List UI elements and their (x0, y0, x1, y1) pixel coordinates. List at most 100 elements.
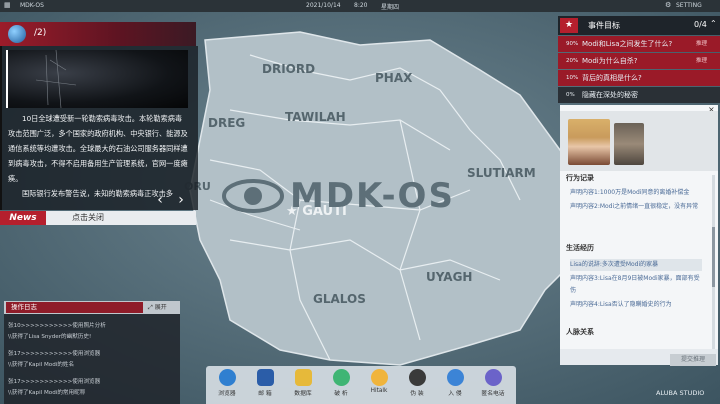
dock-hitalk[interactable]: Hitalk (362, 369, 396, 394)
chat-icon (370, 369, 388, 386)
events-count: 0/4 (694, 20, 707, 29)
news-close-label: 点击关闭 (72, 213, 104, 222)
map-region-glalos: GLALOS (313, 292, 366, 306)
collapse-icon[interactable]: ⌃ (710, 19, 717, 28)
disguise-icon (408, 369, 426, 386)
log-line: 张17>>>>>>>>>>>使用浏览器 (8, 379, 101, 385)
news-next-button[interactable]: › (175, 193, 187, 208)
record-item[interactable]: 声明内容4:Lisa否认了隐瞒婚史的行为 (570, 299, 702, 311)
news-article: 10日全球遭受新一轮勒索病毒攻击。本轮勒索病毒攻击范围广泛，多个国家的政府机构、… (8, 111, 188, 201)
news-header: /2) (0, 22, 196, 46)
browser-icon (218, 369, 236, 386)
news-tab[interactable]: News (0, 211, 46, 225)
event-percent: 0% (566, 92, 575, 98)
phone-icon (484, 369, 502, 386)
events-header[interactable]: ★ 事件目标 0/4 ⌃ (558, 16, 720, 35)
log-title: 操作日志 (6, 302, 143, 313)
log-line: \\获得了Kapil Modi的常用昵称 (8, 390, 86, 396)
log-line: 张10>>>>>>>>>>>使用照片分析 (8, 323, 106, 329)
submit-reasoning-button[interactable]: 提交推理 (670, 354, 716, 366)
section-life-experience: 生活经历 (566, 244, 594, 252)
mdk-os-watermark: MDK-OS (222, 176, 462, 220)
date-display: 2021/10/14 (306, 2, 341, 9)
weekday-display: 星期四 (381, 4, 400, 11)
section-behavior-records: 行为记录 (566, 174, 594, 182)
log-line: \\获得了Lisa Snyder的幽默历史! (8, 334, 92, 340)
dock-analyze[interactable]: 破 析 (324, 369, 358, 397)
event-percent: 10% (566, 75, 579, 81)
gear-icon[interactable]: ⚙ (665, 1, 671, 9)
log-title-text: 操作日志 (11, 303, 37, 311)
event-percent: 90% (566, 41, 579, 47)
record-item[interactable]: Lisa的说辞:多次遭受Modi的家暴 (570, 259, 702, 271)
dock-label: 破 析 (334, 391, 348, 397)
hook-icon (446, 369, 464, 386)
record-item[interactable]: 声明内容2:Modi之前情绪一直很稳定，没有异常 (570, 201, 702, 213)
event-text: 背后的真相是什么? (582, 74, 642, 82)
app-dock: 浏览器 邮 箱 数据库 破 析 Hitalk 伪 装 入 侵 匿名电话 (206, 366, 516, 404)
event-text: Modi和Lisa之间发生了什么? (582, 40, 673, 48)
dock-database[interactable]: 数据库 (286, 369, 320, 397)
map-region-tawilah: TAWILAH (285, 110, 346, 124)
log-line: \\获得了Kapil Modi的姓名 (8, 362, 75, 368)
profile-list: Lisa的说辞:多次遭受Modi的家暴 声明内容3:Lisa在8月9日被Modi… (570, 259, 702, 311)
dock-disguise[interactable]: 伪 装 (400, 369, 434, 397)
mail-icon (256, 369, 274, 386)
event-text: Modi为什么自杀? (582, 57, 638, 65)
portrait-modi[interactable] (614, 123, 644, 165)
event-item[interactable]: 0% 隐藏在深处的秘密 (558, 87, 720, 103)
globe-icon (8, 25, 26, 43)
setting-button[interactable]: SETTING (676, 2, 702, 9)
profile-list: 声明内容1:1000万是Modi同意的离婚补偿金 声明内容2:Modi之前情绪一… (570, 187, 702, 213)
os-name: MDK-OS (20, 2, 44, 9)
dock-label: 浏览器 (218, 391, 236, 397)
os-logo-icon: ▦ (4, 1, 11, 9)
map-region-slutiarm: SLUTIARM (467, 166, 536, 180)
event-tag: 推理 (696, 41, 708, 47)
time-display: 8:20 (354, 2, 368, 9)
dock-label: 入 侵 (448, 391, 462, 397)
dock-label: 匿名电话 (481, 391, 505, 397)
map-region-dreg: DREG (208, 116, 246, 130)
record-item[interactable]: 声明内容1:1000万是Modi同意的离婚补偿金 (570, 187, 702, 199)
news-image (6, 49, 188, 109)
submit-label: 提交推理 (680, 356, 705, 363)
events-title: 事件目标 (588, 21, 620, 30)
event-percent: 20% (566, 58, 579, 64)
map-region-driord: DRIORD (262, 62, 316, 76)
profile-scrollbar[interactable] (712, 175, 715, 360)
event-item[interactable]: 10% 背后的真相是什么? (558, 70, 720, 86)
log-expand-button[interactable]: ⤢ 展开 (148, 302, 178, 313)
location-pin-icon (332, 369, 350, 386)
studio-brand: ALUBA STUDIO (656, 389, 705, 397)
news-paragraph-1: 10日全球遭受新一轮勒索病毒攻击。本轮勒索病毒攻击范围广泛，多个国家的政府机构、… (8, 114, 188, 183)
dock-label: Hitalk (370, 388, 388, 394)
watermark-text: MDK-OS (290, 176, 455, 216)
map-region-phax: PHAX (375, 71, 413, 85)
dock-label: 伪 装 (410, 391, 424, 397)
database-icon (294, 369, 312, 386)
event-item[interactable]: 20% Modi为什么自杀? 推理 (558, 53, 720, 69)
eye-logo-icon (222, 179, 284, 213)
event-tag: 推理 (696, 58, 708, 64)
news-close-button[interactable]: 点击关闭 (46, 211, 196, 225)
dock-intrude[interactable]: 入 侵 (438, 369, 472, 397)
star-icon: ★ (560, 18, 578, 33)
dock-label: 数据库 (294, 391, 312, 397)
portrait-lisa[interactable] (568, 119, 610, 165)
log-line: 张17>>>>>>>>>>>使用浏览器 (8, 351, 101, 357)
event-text: 隐藏在深处的秘密 (582, 91, 638, 99)
dock-browser[interactable]: 浏览器 (210, 369, 244, 397)
profile-panel: × 行为记录 声明内容1:1000万是Modi同意的离婚补偿金 声明内容2:Mo… (560, 105, 718, 365)
dock-anonymous-call[interactable]: 匿名电话 (476, 369, 510, 397)
record-item[interactable]: 声明内容3:Lisa在8月9日被Modi家暴，面部有受伤 (570, 273, 702, 297)
log-expand-label: 展开 (154, 304, 167, 311)
dock-mail[interactable]: 邮 箱 (248, 369, 282, 397)
scrollbar-thumb[interactable] (712, 227, 715, 287)
expand-icon: ⤢ (148, 304, 153, 311)
map-region-uyagh: UYAGH (426, 270, 473, 284)
section-relationships: 人脉关系 (566, 328, 594, 336)
event-item[interactable]: 90% Modi和Lisa之间发生了什么? 推理 (558, 36, 720, 52)
news-image-art (6, 49, 77, 109)
news-prev-button[interactable]: ‹ (154, 193, 166, 208)
